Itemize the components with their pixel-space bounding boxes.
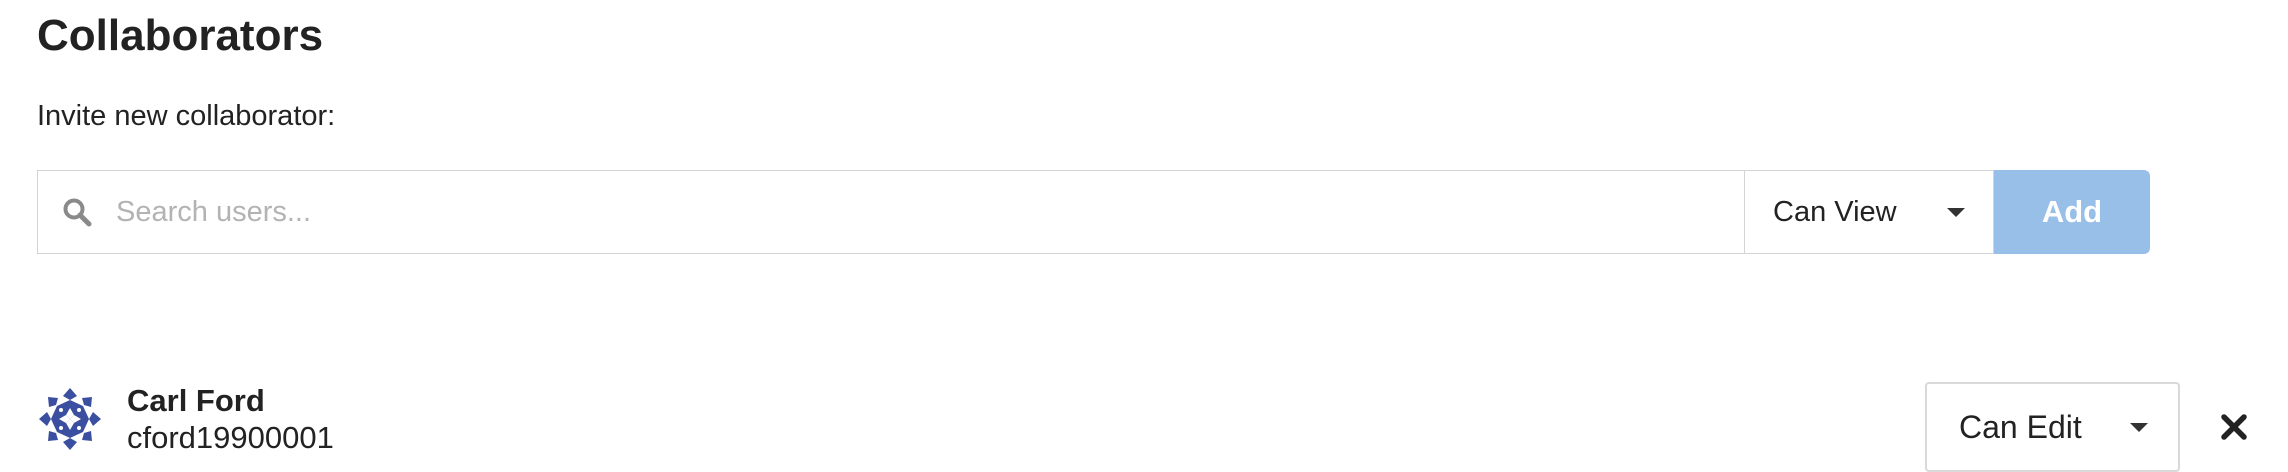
close-icon — [2217, 414, 2251, 447]
invite-permission-select[interactable]: Can View — [1744, 170, 1994, 254]
search-input[interactable] — [114, 194, 1678, 230]
invite-row: Can View Add — [37, 170, 2150, 254]
collaborator-permission-label: Can Edit — [1959, 408, 2082, 445]
search-box[interactable] — [37, 170, 1744, 254]
chevron-down-icon — [1947, 207, 1965, 217]
add-button[interactable]: Add — [1994, 170, 2150, 254]
invite-label: Invite new collaborator: — [37, 100, 336, 132]
invite-permission-label: Can View — [1773, 195, 1897, 228]
search-icon — [60, 195, 94, 229]
avatar — [37, 386, 103, 452]
remove-collaborator-button[interactable] — [2217, 410, 2251, 444]
chevron-down-icon — [2130, 422, 2148, 432]
page-title: Collaborators — [37, 11, 324, 60]
collaborator-permission-select[interactable]: Can Edit — [1925, 382, 2180, 472]
collaborator-name: Carl Ford — [127, 383, 265, 418]
collaborator-username: cford19900001 — [127, 420, 334, 455]
collaborator-row: Carl Ford cford19900001 Can Edit — [37, 382, 2257, 472]
